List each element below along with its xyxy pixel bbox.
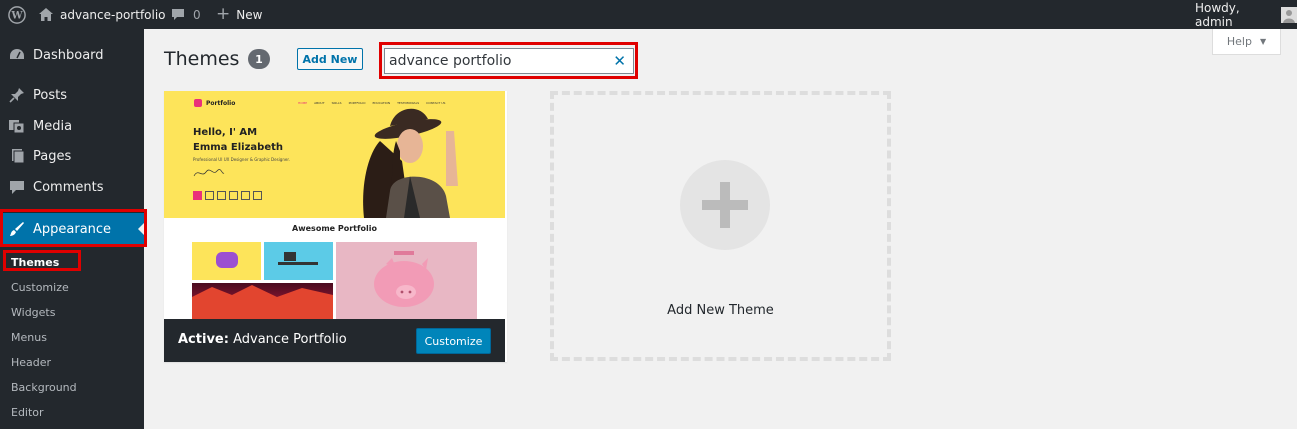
preview-logo: Portfolio	[194, 99, 235, 107]
new-label: New	[236, 7, 263, 22]
main-content: Themes 1 Add New advance portfolio ✕ Hel…	[144, 29, 1297, 429]
sidebar-item-label: Appearance	[33, 221, 112, 237]
plus-icon: +	[216, 4, 231, 24]
add-new-button[interactable]: Add New	[297, 48, 363, 70]
site-home-link[interactable]: advance-portfolio	[39, 0, 166, 29]
logo-mark-icon	[194, 99, 202, 107]
preview-tile-desk	[264, 242, 333, 280]
sidebar-item-media[interactable]: Media	[0, 112, 144, 140]
sidebar-item-dashboard[interactable]: Dashboard	[0, 41, 144, 69]
new-content-link[interactable]: + New	[216, 0, 262, 29]
admin-sidebar: Dashboard Posts Media Pages Comments App…	[0, 29, 144, 429]
account-menu[interactable]: Howdy, admin	[1195, 0, 1297, 29]
theme-screenshot[interactable]: Portfolio HOME ABOUT SKILLS PORTFOLIO ED…	[164, 91, 505, 319]
help-label: Help	[1226, 35, 1252, 48]
help-tab-button[interactable]: Help ▼	[1212, 29, 1281, 55]
sidebar-item-posts[interactable]: Posts	[0, 81, 144, 109]
active-theme-name: Active: Advance Portfolio	[178, 332, 347, 347]
admin-bar: W advance-portfolio 0 + New Howdy, admin	[0, 0, 1297, 29]
plus-icon	[680, 160, 770, 250]
site-name: advance-portfolio	[60, 7, 166, 22]
dashboard-icon	[8, 47, 25, 64]
submenu-customize[interactable]: Customize	[0, 277, 144, 297]
svg-text:W: W	[10, 10, 23, 21]
preview-greeting: Hello, I' AM	[193, 127, 258, 138]
theme-search-input[interactable]: advance portfolio ✕	[384, 48, 634, 74]
home-icon	[39, 8, 53, 21]
preview-hero: Portfolio HOME ABOUT SKILLS PORTFOLIO ED…	[164, 91, 505, 218]
sidebar-item-label: Pages	[33, 148, 72, 164]
submenu-widgets[interactable]: Widgets	[0, 302, 144, 322]
add-new-theme-label: Add New Theme	[667, 303, 774, 318]
comments-link[interactable]: 0	[171, 0, 201, 29]
comments-count: 0	[193, 7, 201, 22]
pages-icon	[8, 148, 25, 165]
sidebar-item-comments[interactable]: Comments	[0, 173, 144, 201]
theme-card[interactable]: Portfolio HOME ABOUT SKILLS PORTFOLIO ED…	[164, 91, 507, 362]
submenu-background[interactable]: Background	[0, 377, 144, 397]
sidebar-item-label: Media	[33, 118, 73, 134]
brush-icon	[8, 221, 25, 238]
comment-icon	[171, 8, 185, 21]
sidebar-item-appearance[interactable]: Appearance	[0, 213, 144, 245]
caret-down-icon: ▼	[1259, 37, 1267, 46]
media-icon	[8, 118, 25, 135]
submenu-menus[interactable]: Menus	[0, 327, 144, 347]
customize-button[interactable]: Customize	[416, 328, 491, 354]
comment-icon	[8, 179, 25, 196]
sidebar-item-pages[interactable]: Pages	[0, 142, 144, 170]
preview-person: Emma Elizabeth	[193, 142, 283, 153]
page-title: Themes	[164, 48, 240, 70]
sidebar-item-label: Dashboard	[33, 47, 104, 63]
submenu-header[interactable]: Header	[0, 352, 144, 372]
wordpress-logo-icon[interactable]: W	[8, 0, 26, 29]
submenu-editor[interactable]: Editor	[0, 402, 144, 422]
search-value: advance portfolio	[389, 53, 512, 69]
preview-social-icons	[193, 191, 262, 200]
preview-section-title: Awesome Portfolio	[292, 224, 377, 233]
avatar	[1281, 6, 1297, 23]
theme-count-badge: 1	[248, 49, 270, 69]
submenu-themes[interactable]: Themes	[0, 252, 144, 272]
preview-tagline: Professional UI UX Designer & Graphic De…	[193, 157, 290, 162]
greeting: Howdy, admin	[1195, 0, 1240, 29]
theme-card-footer: Active: Advance Portfolio Customize	[164, 319, 505, 362]
sidebar-item-label: Posts	[33, 87, 67, 103]
add-new-theme-card[interactable]: Add New Theme	[550, 91, 891, 361]
sidebar-item-label: Comments	[33, 179, 104, 195]
clear-search-icon[interactable]: ✕	[613, 52, 626, 70]
pin-icon	[8, 87, 25, 104]
preview-tile-piggybank	[336, 242, 477, 319]
preview-signature-icon	[193, 169, 225, 177]
preview-tile-mountains	[192, 283, 333, 319]
preview-person-photo	[363, 108, 458, 218]
preview-tile-sticker	[192, 242, 261, 280]
